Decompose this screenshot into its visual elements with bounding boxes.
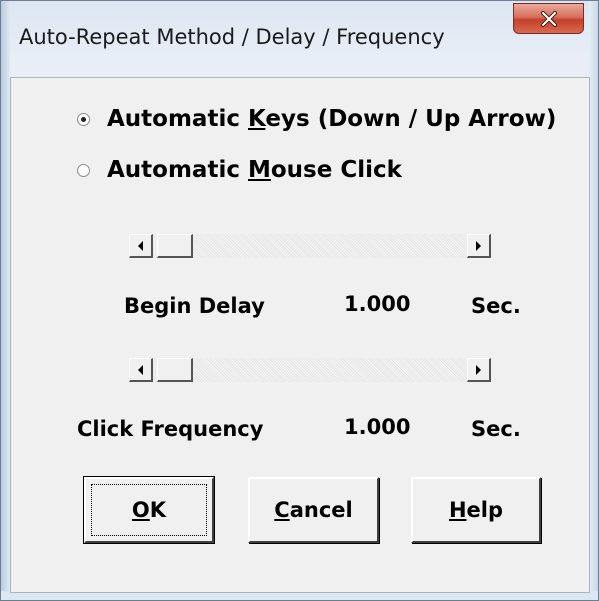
close-button[interactable] [513,3,584,34]
click-frequency-right-arrow-button[interactable] [467,358,491,382]
ok-button[interactable]: OK [83,476,215,544]
radio-button-checked[interactable] [77,112,90,126]
help-button-label: Help [448,498,504,522]
left-arrow-icon [138,364,143,375]
radio-label-keys: Automatic Keys (Down / Up Arrow) [107,106,557,132]
begin-delay-label: Begin Delay [124,294,265,318]
cancel-button[interactable]: Cancel [248,477,379,543]
radio-automatic-keys[interactable]: Automatic Keys (Down / Up Arrow) [77,106,556,132]
radio-label-mouse: Automatic Mouse Click [107,157,402,183]
cancel-button-label: Cancel [274,498,353,522]
click-frequency-label: Click Frequency [77,417,264,441]
begin-delay-unit: Sec. [471,294,521,318]
left-arrow-icon [138,240,143,251]
begin-delay-thumb[interactable] [157,234,193,258]
begin-delay-value: 1.000 [344,292,411,316]
help-button[interactable]: Help [411,477,541,543]
dialog-window: Auto-Repeat Method / Delay / Frequency A… [0,0,599,601]
dialog-client-area: Automatic Keys (Down / Up Arrow) Automat… [10,77,590,593]
window-title: Auto-Repeat Method / Delay / Frequency [19,25,445,49]
begin-delay-right-arrow-button[interactable] [467,234,491,258]
click-frequency-unit: Sec. [471,417,521,441]
radio-button-unchecked[interactable] [77,163,90,177]
radio-automatic-mouse-click[interactable]: Automatic Mouse Click [77,157,402,183]
window-frame-left [1,1,10,600]
close-icon [514,4,583,33]
click-frequency-left-arrow-button[interactable] [129,358,153,382]
begin-delay-scrollbar[interactable] [129,234,491,258]
begin-delay-left-arrow-button[interactable] [129,234,153,258]
right-arrow-icon [476,364,481,375]
window-frame-right [589,1,598,600]
click-frequency-scrollbar[interactable] [129,358,491,382]
click-frequency-value: 1.000 [344,415,411,439]
ok-button-label: OK [131,498,167,522]
title-bar[interactable]: Auto-Repeat Method / Delay / Frequency [1,1,598,77]
click-frequency-thumb[interactable] [157,358,193,382]
right-arrow-icon [476,240,481,251]
